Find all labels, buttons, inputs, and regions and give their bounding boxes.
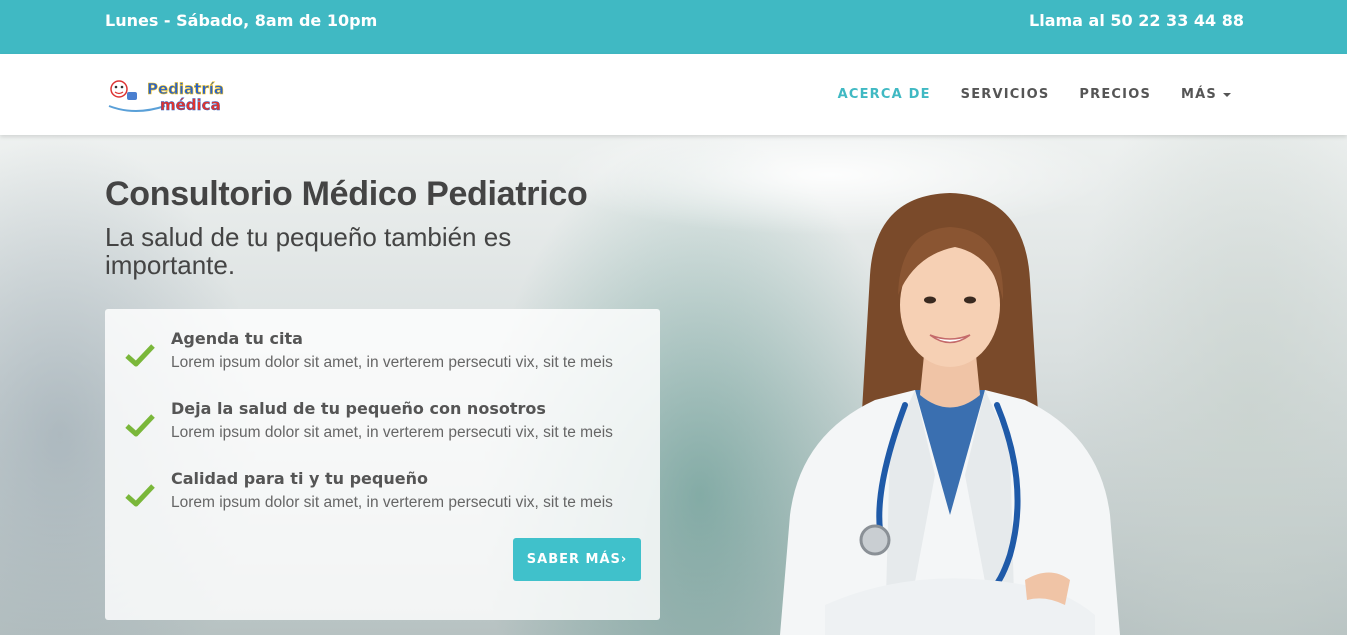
hero-title: Consultorio Médico Pediatrico [105,175,588,213]
nav-item-servicios[interactable]: SERVICIOS [961,87,1050,102]
hero-section: Consultorio Médico Pediatrico La salud d… [0,135,1347,635]
main-nav: ACERCA DE SERVICIOS PRECIOS MÁS [838,87,1231,102]
doctor-photo [780,193,1120,635]
hero-subtitle: La salud de tu pequeño también es import… [105,222,512,280]
nav-item-acerca-de[interactable]: ACERCA DE [838,87,931,102]
caret-down-icon [1223,92,1231,97]
saber-mas-button[interactable]: SABER MÁS› [513,538,641,581]
feature-title: Deja la salud de tu pequeño con nosotros [171,399,546,418]
feature-title: Agenda tu cita [171,329,303,348]
logo-text-line2: médica [160,96,221,114]
navbar: Pediatría médica ACERCA DE SERVICIOS PRE… [0,54,1347,135]
feature-description: Lorem ipsum dolor sit amet, in verterem … [171,354,613,371]
phone-number: Llama al 50 22 33 44 88 [1029,11,1244,30]
feature-title: Calidad para ti y tu pequeño [171,469,428,488]
feature-description: Lorem ipsum dolor sit amet, in verterem … [171,424,613,441]
feature-description: Lorem ipsum dolor sit amet, in verterem … [171,494,613,511]
nav-item-mas-label: MÁS [1181,87,1217,102]
check-icon [125,484,155,507]
top-info-bar: Lunes - Sábado, 8am de 10pm Llama al 50 … [0,0,1347,54]
nav-item-precios[interactable]: PRECIOS [1079,87,1151,102]
check-icon [125,344,155,367]
business-hours: Lunes - Sábado, 8am de 10pm [105,11,378,30]
nav-item-mas[interactable]: MÁS [1181,87,1231,102]
features-card: Agenda tu cita Lorem ipsum dolor sit ame… [105,309,660,620]
site-logo[interactable]: Pediatría médica [105,76,257,114]
check-icon [125,414,155,437]
